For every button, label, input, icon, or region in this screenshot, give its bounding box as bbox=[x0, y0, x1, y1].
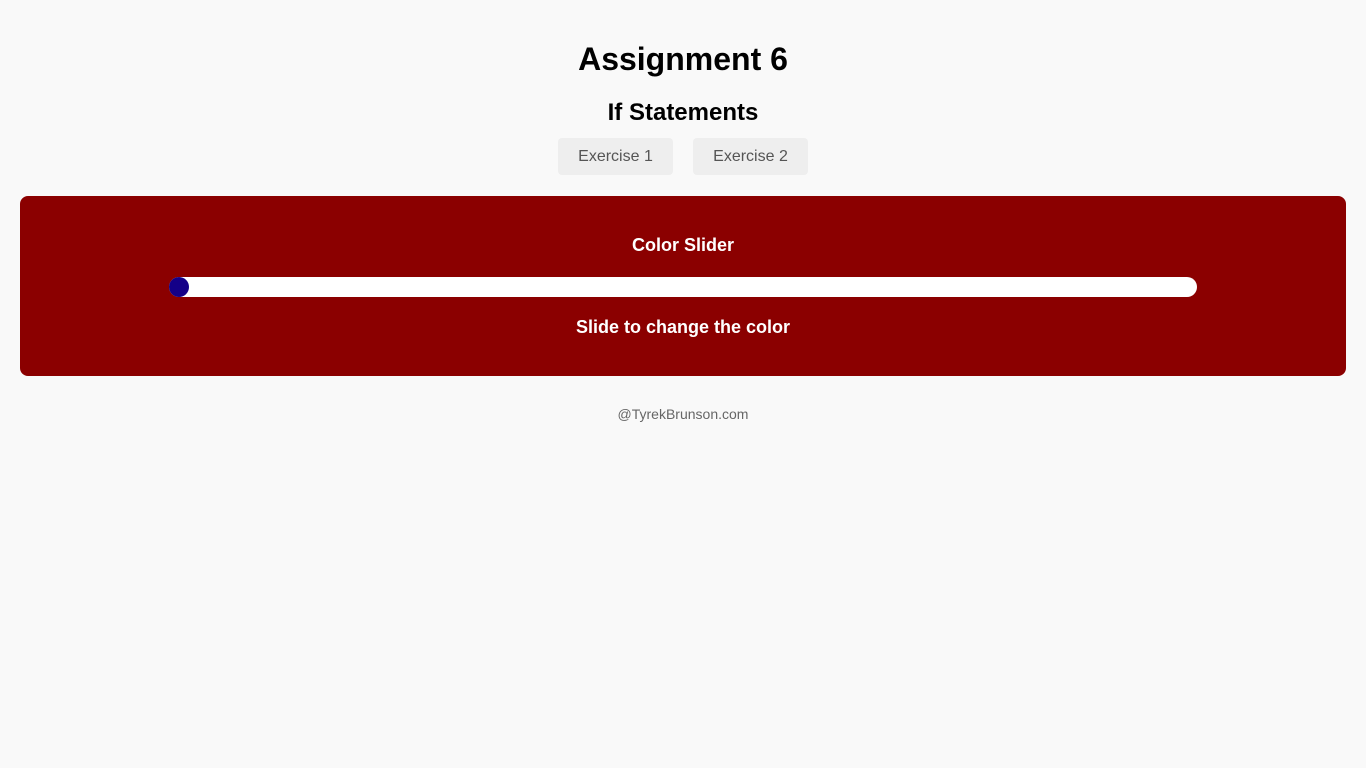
page: Assignment 6 If Statements Exercise 1 Ex… bbox=[0, 0, 1366, 768]
exercise-tabs: Exercise 1 Exercise 2 bbox=[0, 138, 1366, 175]
tab-exercise-2[interactable]: Exercise 2 bbox=[693, 138, 808, 175]
tab-exercise-1[interactable]: Exercise 1 bbox=[558, 138, 673, 175]
panel-caption: Slide to change the color bbox=[575, 317, 791, 337]
color-slider-track[interactable] bbox=[169, 277, 1197, 297]
panel-title: Color Slider bbox=[631, 235, 734, 255]
footer-credit: @TyrekBrunson.com bbox=[617, 406, 749, 422]
color-slider-panel: Color Slider Slide to change the color bbox=[20, 196, 1346, 376]
page-title: Assignment 6 bbox=[578, 41, 788, 77]
color-slider-thumb[interactable] bbox=[169, 277, 189, 297]
page-subtitle: If Statements bbox=[607, 99, 759, 126]
